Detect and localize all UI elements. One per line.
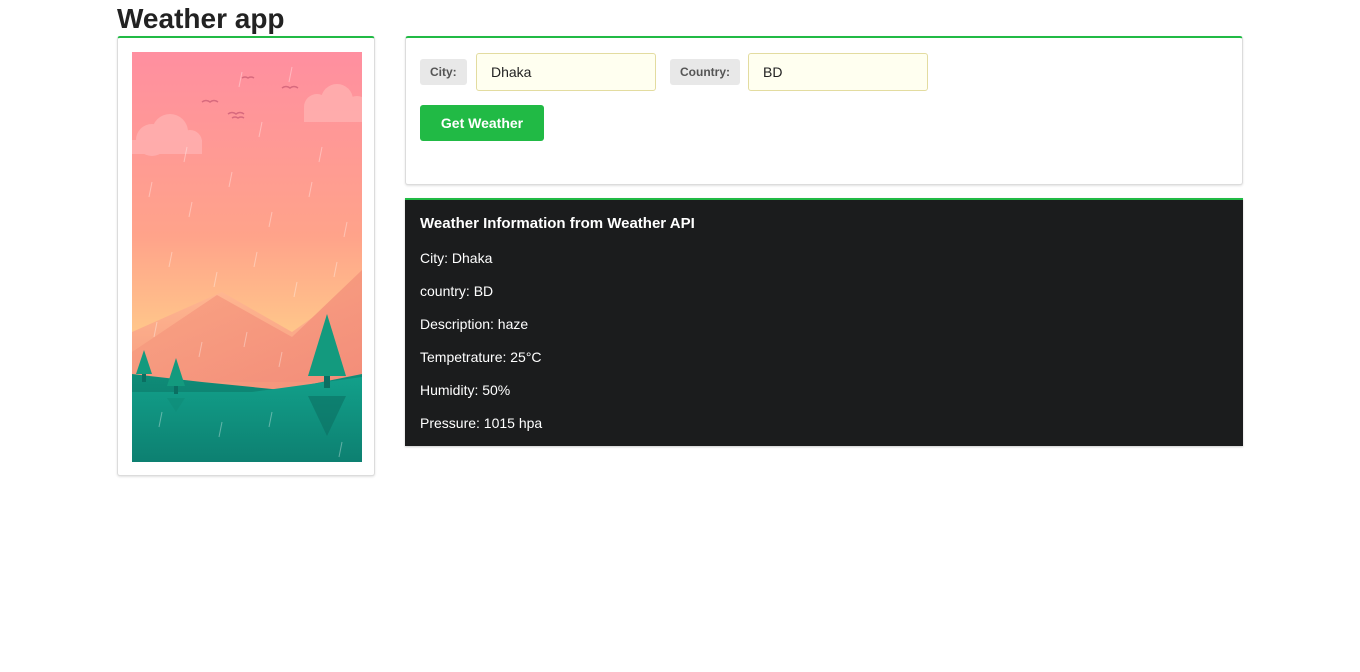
city-input[interactable] — [476, 53, 656, 91]
page-title: Weather app — [117, 3, 285, 34]
landscape-illustration — [132, 52, 362, 462]
info-temperature: Tempetrature: 25°C — [420, 349, 542, 365]
info-country: country: BD — [420, 283, 494, 299]
info-city: City: Dhaka — [420, 250, 493, 266]
country-input[interactable] — [748, 53, 928, 91]
weather-info-title: Weather Information from Weather API — [420, 215, 695, 232]
info-humidity: Humidity: 50% — [420, 382, 511, 398]
country-label: Country: — [670, 59, 740, 85]
weather-form: City: Country: Get Weather — [405, 36, 1243, 185]
info-description: Description: haze — [420, 316, 529, 332]
get-weather-button[interactable]: Get Weather — [420, 105, 544, 141]
info-pressure: Pressure: 1015 hpa — [420, 415, 543, 431]
weather-info-panel: Weather Information from Weather API Cit… — [405, 198, 1243, 446]
city-label: City: — [420, 59, 467, 85]
image-card — [117, 36, 375, 476]
